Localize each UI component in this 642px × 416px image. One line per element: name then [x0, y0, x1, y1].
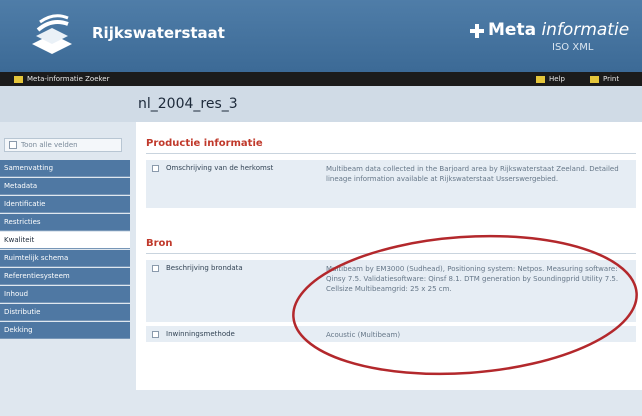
annotation-highlight-ellipse	[292, 234, 638, 376]
